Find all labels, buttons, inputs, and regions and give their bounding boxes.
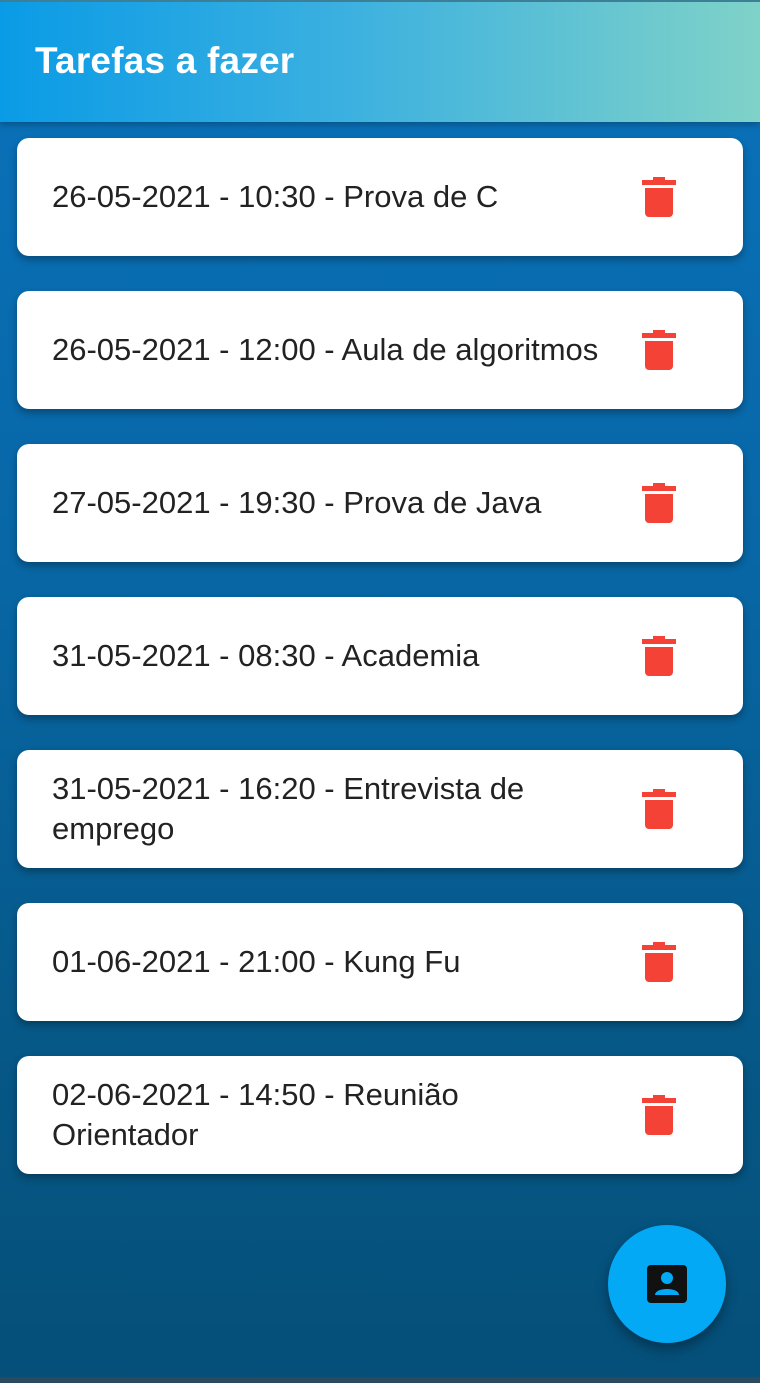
task-list: 26-05-2021 - 10:30 - Prova de C 26-05-20… [0, 0, 760, 1383]
bottom-edge [0, 1377, 760, 1383]
task-card[interactable]: 31-05-2021 - 08:30 - Academia [17, 597, 743, 715]
contact-icon [647, 1265, 687, 1303]
app-bar: Tarefas a fazer [0, 0, 760, 122]
task-label: 02-06-2021 - 14:50 - Reunião Orientador [52, 1077, 459, 1152]
task-card[interactable]: 02-06-2021 - 14:50 - Reunião Orientador [17, 1056, 743, 1174]
task-card[interactable]: 27-05-2021 - 19:30 - Prova de Java [17, 444, 743, 562]
delete-button[interactable] [639, 942, 679, 982]
delete-icon [642, 636, 676, 676]
delete-icon [642, 942, 676, 982]
task-label: 26-05-2021 - 12:00 - Aula de algoritmos [52, 332, 599, 367]
delete-button[interactable] [639, 1095, 679, 1135]
task-card[interactable]: 26-05-2021 - 12:00 - Aula de algoritmos [17, 291, 743, 409]
delete-icon [642, 177, 676, 217]
task-card[interactable]: 31-05-2021 - 16:20 - Entrevista de empre… [17, 750, 743, 868]
task-label: 01-06-2021 - 21:00 - Kung Fu [52, 944, 461, 979]
delete-icon [642, 789, 676, 829]
delete-button[interactable] [639, 330, 679, 370]
delete-icon [642, 330, 676, 370]
delete-icon [642, 483, 676, 523]
delete-button[interactable] [639, 636, 679, 676]
add-task-fab[interactable] [608, 1225, 726, 1343]
page-title: Tarefas a fazer [35, 40, 295, 81]
task-label: 31-05-2021 - 16:20 - Entrevista de empre… [52, 771, 525, 846]
task-label: 26-05-2021 - 10:30 - Prova de C [52, 179, 499, 214]
delete-button[interactable] [639, 177, 679, 217]
task-label: 27-05-2021 - 19:30 - Prova de Java [52, 485, 542, 520]
delete-button[interactable] [639, 789, 679, 829]
task-label: 31-05-2021 - 08:30 - Academia [52, 638, 480, 673]
delete-button[interactable] [639, 483, 679, 523]
task-card[interactable]: 26-05-2021 - 10:30 - Prova de C [17, 138, 743, 256]
delete-icon [642, 1095, 676, 1135]
task-card[interactable]: 01-06-2021 - 21:00 - Kung Fu [17, 903, 743, 1021]
